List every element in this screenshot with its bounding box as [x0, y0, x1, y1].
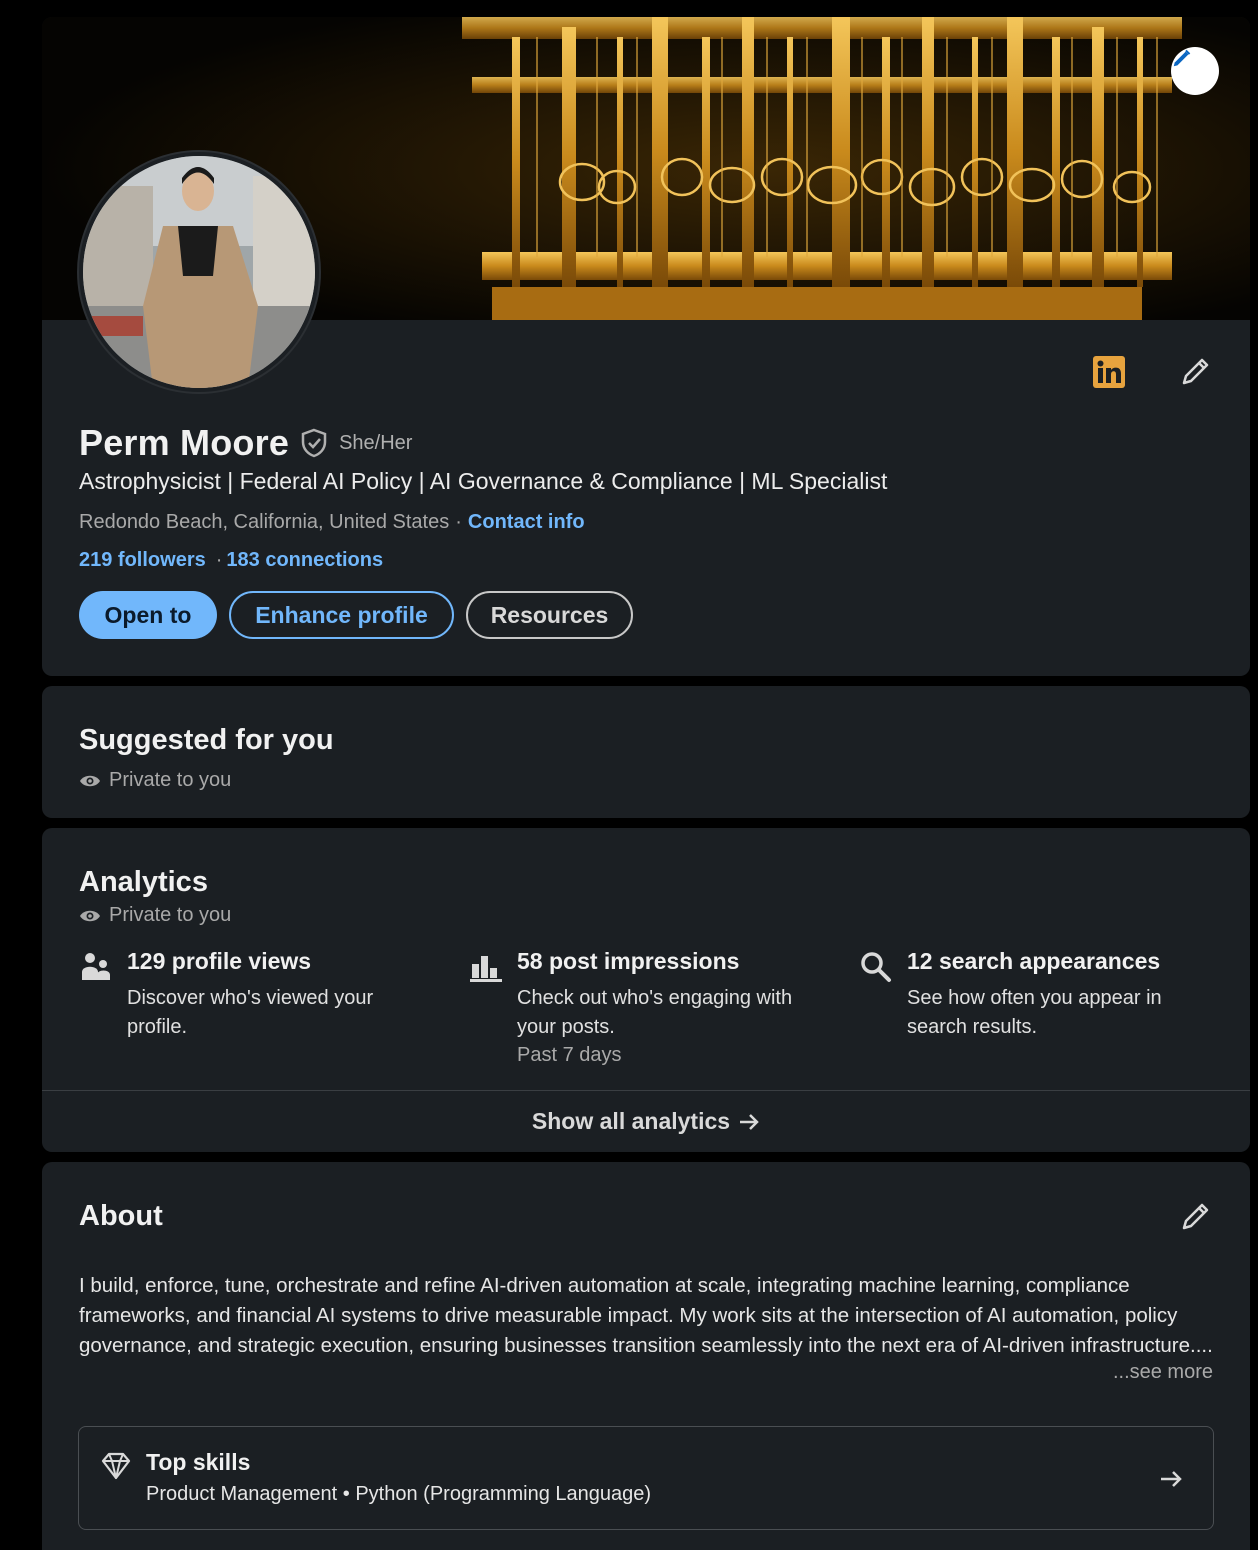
metric-title: 129 profile views [127, 948, 312, 974]
show-all-label: Show all analytics [531, 1108, 731, 1134]
eye-icon [80, 910, 100, 921]
metric-description: See how often you appear in search resul… [907, 987, 1162, 1038]
metric-period: Past 7 days [517, 1044, 622, 1066]
privacy-note: Private to you [79, 769, 231, 792]
metric-title: 12 search appearances [907, 948, 1161, 974]
pronouns: She/Her [339, 431, 413, 454]
metric-title: 58 post impressions [517, 948, 740, 974]
separator: · [215, 549, 223, 571]
verified-shield-icon[interactable] [299, 428, 329, 458]
linkedin-logo-icon[interactable] [1092, 355, 1126, 389]
pencil-icon[interactable] [1178, 1200, 1212, 1234]
enhance-profile-button[interactable]: Enhance profile [229, 591, 454, 639]
profile-name: Perm Moore [79, 422, 290, 463]
arrow-right-icon [740, 1113, 759, 1130]
profile-top-card: Perm Moore She/Her Astrophysicist | Fede… [42, 17, 1250, 676]
followers-link[interactable]: 219 followers [79, 549, 206, 571]
about-text: I build, enforce, tune, orchestrate and … [79, 1274, 1213, 1357]
about-card: About I build, enforce, tune, orchestrat… [42, 1162, 1250, 1550]
location: Redondo Beach, California, United States [79, 511, 450, 533]
analytics-card: Analytics Private to you 129 profile vie… [42, 828, 1250, 1152]
suggested-card: Suggested for you Private to you [42, 686, 1250, 818]
eye-icon [80, 775, 100, 786]
profile-headline: Astrophysicist | Federal AI Policy | AI … [79, 468, 888, 494]
location-row: Redondo Beach, California, United States… [79, 511, 585, 534]
pencil-icon[interactable] [1178, 355, 1212, 389]
privacy-label: Private to you [109, 769, 232, 791]
top-skills-box[interactable]: Top skills Product Management • Python (… [78, 1426, 1214, 1530]
bar-chart-icon [470, 956, 502, 982]
search-icon [861, 952, 891, 982]
metric-description: Check out who's engaging with your posts… [517, 987, 793, 1038]
top-skills-title: Top skills [146, 1449, 251, 1475]
arrow-right-icon [1161, 1471, 1182, 1487]
open-to-button[interactable]: Open to [79, 591, 217, 639]
profile-photo[interactable] [79, 152, 319, 392]
cover-edit-button[interactable] [1171, 47, 1219, 95]
section-title: Suggested for you [79, 724, 334, 756]
resources-button[interactable]: Resources [466, 591, 633, 639]
separator: · [455, 511, 462, 533]
network-row: 219 followers · 183 connections [79, 549, 383, 572]
see-more-link[interactable]: ...see more [1113, 1361, 1213, 1384]
privacy-label: Private to you [109, 904, 232, 926]
profile-actions: Open to Enhance profile Resources [79, 591, 633, 639]
privacy-note: Private to you [79, 904, 231, 927]
top-skills-list: Product Management • Python (Programming… [146, 1483, 652, 1505]
connections-link[interactable]: 183 connections [226, 549, 383, 571]
people-icon [82, 953, 110, 980]
show-all-analytics-button[interactable]: Show all analytics [42, 1091, 1250, 1152]
name-row: Perm Moore She/Her [79, 422, 412, 464]
diamond-icon [101, 1452, 131, 1480]
contact-info-link[interactable]: Contact info [468, 511, 585, 533]
section-title: About [79, 1200, 163, 1232]
metric-description: Discover who's viewed your profile. [127, 987, 374, 1038]
section-title: Analytics [79, 866, 208, 898]
pencil-icon [1173, 49, 1191, 67]
